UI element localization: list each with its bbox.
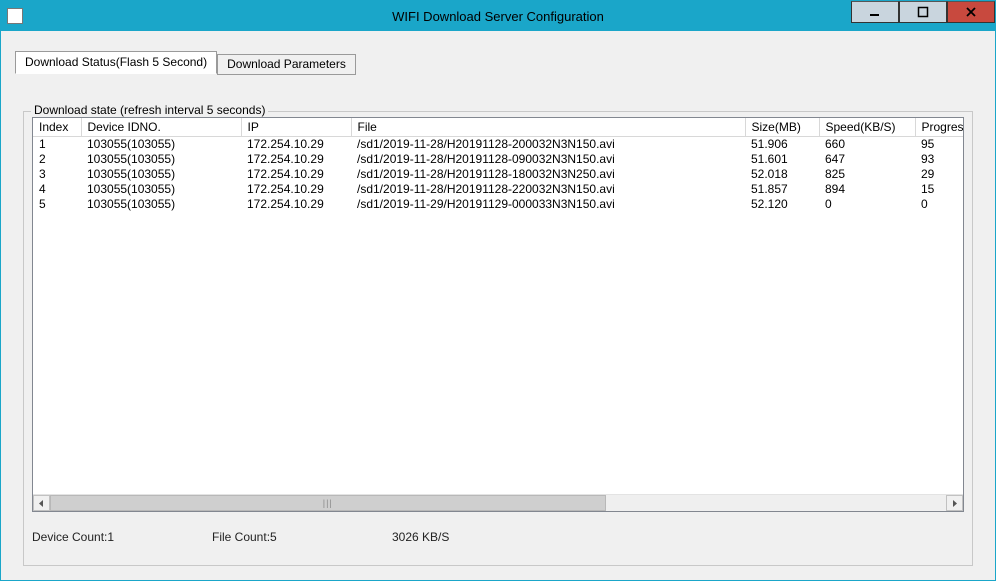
cell-file: /sd1/2019-11-28/H20191128-090032N3N150.a…	[351, 152, 745, 167]
cell-index: 3	[33, 167, 81, 182]
cell-size: 52.120	[745, 197, 819, 212]
groupbox-legend: Download state (refresh interval 5 secon…	[31, 103, 268, 117]
scroll-grip-icon: |||	[323, 498, 333, 508]
cell-size: 51.857	[745, 182, 819, 197]
app-icon	[7, 8, 23, 24]
cell-progress: 0	[915, 197, 963, 212]
col-progress[interactable]: Progress(%)	[915, 118, 963, 137]
col-index[interactable]: Index	[33, 118, 81, 137]
minimize-button[interactable]	[851, 1, 899, 23]
cell-index: 4	[33, 182, 81, 197]
cell-size: 51.601	[745, 152, 819, 167]
table-row[interactable]: 5103055(103055)172.254.10.29/sd1/2019-11…	[33, 197, 963, 212]
maximize-button[interactable]	[899, 1, 947, 23]
cell-speed: 894	[819, 182, 915, 197]
scroll-track[interactable]: |||	[50, 495, 946, 511]
cell-size: 51.906	[745, 137, 819, 152]
table-row[interactable]: 1103055(103055)172.254.10.29/sd1/2019-11…	[33, 137, 963, 152]
cell-size: 52.018	[745, 167, 819, 182]
window-controls	[851, 1, 995, 23]
cell-file: /sd1/2019-11-28/H20191128-220032N3N150.a…	[351, 182, 745, 197]
col-file[interactable]: File	[351, 118, 745, 137]
table-row[interactable]: 3103055(103055)172.254.10.29/sd1/2019-11…	[33, 167, 963, 182]
cell-file: /sd1/2019-11-29/H20191129-000033N3N150.a…	[351, 197, 745, 212]
cell-ip: 172.254.10.29	[241, 137, 351, 152]
cell-progress: 29	[915, 167, 963, 182]
cell-ip: 172.254.10.29	[241, 197, 351, 212]
col-speed[interactable]: Speed(KB/S)	[819, 118, 915, 137]
scroll-left-arrow-icon[interactable]	[33, 495, 50, 511]
tab-strip: Download Status(Flash 5 Second) Download…	[15, 51, 356, 73]
download-state-groupbox: Download state (refresh interval 5 secon…	[23, 103, 973, 566]
col-size[interactable]: Size(MB)	[745, 118, 819, 137]
cell-index: 5	[33, 197, 81, 212]
window-title: WIFI Download Server Configuration	[1, 9, 995, 24]
cell-ip: 172.254.10.29	[241, 167, 351, 182]
title-bar[interactable]: WIFI Download Server Configuration	[1, 1, 995, 31]
cell-progress: 93	[915, 152, 963, 167]
cell-device: 103055(103055)	[81, 167, 241, 182]
status-row: Device Count:1 File Count:5 3026 KB/S	[32, 522, 964, 552]
scroll-thumb[interactable]: |||	[50, 495, 606, 511]
tab-download-status[interactable]: Download Status(Flash 5 Second)	[15, 51, 217, 74]
table-row[interactable]: 2103055(103055)172.254.10.29/sd1/2019-11…	[33, 152, 963, 167]
client-area: Download Status(Flash 5 Second) Download…	[1, 31, 995, 580]
horizontal-scrollbar[interactable]: |||	[33, 494, 963, 511]
cell-file: /sd1/2019-11-28/H20191128-200032N3N150.a…	[351, 137, 745, 152]
close-button[interactable]	[947, 1, 995, 23]
cell-speed: 0	[819, 197, 915, 212]
table-header-row: Index Device IDNO. IP File Size(MB) Spee…	[33, 118, 963, 137]
device-count-label: Device Count:1	[32, 530, 212, 544]
cell-speed: 825	[819, 167, 915, 182]
tab-panel-download-status: Download state (refresh interval 5 secon…	[15, 75, 981, 574]
cell-device: 103055(103055)	[81, 137, 241, 152]
cell-speed: 660	[819, 137, 915, 152]
app-window: WIFI Download Server Configuration Downl…	[0, 0, 996, 581]
tab-download-parameters[interactable]: Download Parameters	[217, 54, 356, 75]
cell-ip: 172.254.10.29	[241, 182, 351, 197]
throughput-label: 3026 KB/S	[392, 530, 449, 544]
col-device[interactable]: Device IDNO.	[81, 118, 241, 137]
scroll-right-arrow-icon[interactable]	[946, 495, 963, 511]
cell-file: /sd1/2019-11-28/H20191128-180032N3N250.a…	[351, 167, 745, 182]
download-listview[interactable]: Index Device IDNO. IP File Size(MB) Spee…	[32, 117, 964, 512]
cell-device: 103055(103055)	[81, 182, 241, 197]
cell-speed: 647	[819, 152, 915, 167]
cell-device: 103055(103055)	[81, 197, 241, 212]
cell-ip: 172.254.10.29	[241, 152, 351, 167]
cell-index: 2	[33, 152, 81, 167]
cell-index: 1	[33, 137, 81, 152]
col-ip[interactable]: IP	[241, 118, 351, 137]
cell-progress: 15	[915, 182, 963, 197]
file-count-label: File Count:5	[212, 530, 392, 544]
cell-progress: 95	[915, 137, 963, 152]
cell-device: 103055(103055)	[81, 152, 241, 167]
download-table: Index Device IDNO. IP File Size(MB) Spee…	[33, 118, 963, 212]
table-row[interactable]: 4103055(103055)172.254.10.29/sd1/2019-11…	[33, 182, 963, 197]
